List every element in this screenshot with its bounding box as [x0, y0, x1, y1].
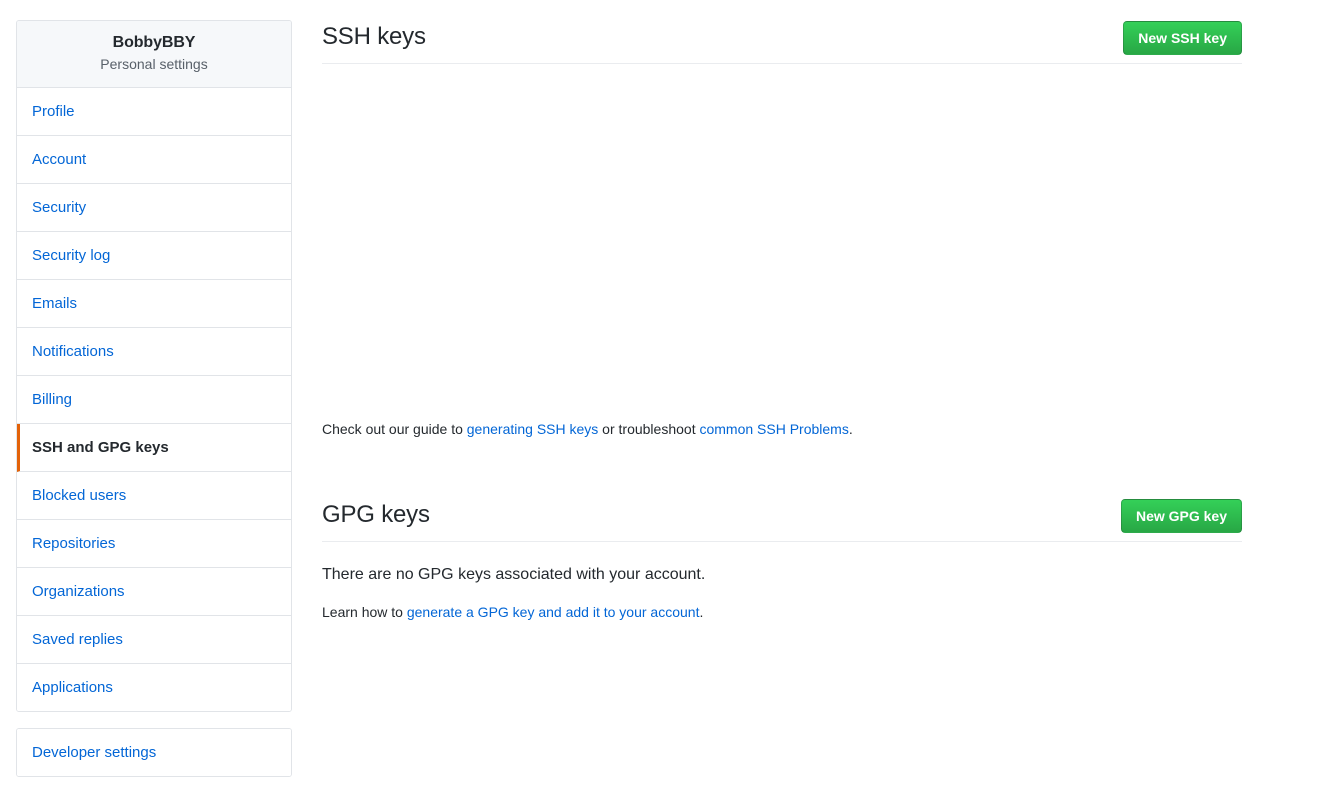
gpg-learn-suffix: . — [699, 604, 704, 620]
sidebar-item-blocked-users[interactable]: Blocked users — [17, 471, 291, 520]
settings-sidebar: BobbyBBY Personal settings Profile Accou… — [16, 20, 292, 777]
gpg-learn-prefix: Learn how to — [322, 604, 407, 620]
sidebar-item-billing[interactable]: Billing — [17, 375, 291, 424]
sidebar-item-organizations[interactable]: Organizations — [17, 567, 291, 616]
sidebar-item-security-log[interactable]: Security log — [17, 231, 291, 280]
generate-gpg-key-link[interactable]: generate a GPG key and add it to your ac… — [407, 604, 700, 620]
sidebar-item-profile[interactable]: Profile — [17, 87, 291, 136]
ssh-keys-list — [322, 64, 1242, 419]
sidebar-item-label: SSH and GPG keys — [32, 438, 169, 456]
sidebar-item-notifications[interactable]: Notifications — [17, 327, 291, 376]
sidebar-item-label: Account — [32, 150, 87, 168]
settings-page: BobbyBBY Personal settings Profile Accou… — [0, 0, 1342, 812]
sidebar-item-label: Repositories — [32, 534, 116, 552]
ssh-keys-guide-text: Check out our guide to generating SSH ke… — [322, 419, 1242, 440]
sidebar-nav-box: BobbyBBY Personal settings Profile Accou… — [16, 20, 292, 712]
sidebar-item-label: Billing — [32, 390, 73, 408]
sidebar-item-repositories[interactable]: Repositories — [17, 519, 291, 568]
gpg-keys-section: GPG keys New GPG key There are no GPG ke… — [322, 498, 1242, 622]
gpg-keys-title: GPG keys — [322, 501, 430, 528]
sidebar-item-label: Organizations — [32, 582, 125, 600]
ssh-keys-header: SSH keys New SSH key — [322, 20, 1242, 64]
sidebar-subtitle: Personal settings — [100, 55, 208, 72]
sidebar-item-ssh-and-gpg-keys[interactable]: SSH and GPG keys — [17, 423, 291, 472]
sidebar-item-label: Profile — [32, 102, 75, 120]
sidebar-item-emails[interactable]: Emails — [17, 279, 291, 328]
sidebar-item-label: Blocked users — [32, 486, 127, 504]
sidebar-account-header: BobbyBBY Personal settings — [17, 21, 291, 88]
sidebar-item-account[interactable]: Account — [17, 135, 291, 184]
sidebar-developer-settings-box: Developer settings — [16, 727, 292, 777]
ssh-guide-prefix: Check out our guide to — [322, 421, 467, 437]
sidebar-item-label: Applications — [32, 678, 113, 696]
sidebar-username: BobbyBBY — [112, 34, 196, 51]
sidebar-item-label: Developer settings — [32, 743, 157, 761]
gpg-keys-learn-text: Learn how to generate a GPG key and add … — [322, 602, 1242, 622]
sidebar-item-label: Emails — [32, 294, 78, 312]
new-ssh-key-button[interactable]: New SSH key — [1123, 21, 1242, 55]
sidebar-item-label: Notifications — [32, 342, 114, 360]
generating-ssh-keys-link[interactable]: generating SSH keys — [467, 421, 599, 437]
sidebar-item-label: Security log — [32, 246, 111, 264]
sidebar-item-developer-settings[interactable]: Developer settings — [17, 728, 291, 776]
sidebar-item-applications[interactable]: Applications — [17, 663, 291, 711]
sidebar-item-label: Security — [32, 198, 87, 216]
sidebar-item-label: Saved replies — [32, 630, 123, 648]
ssh-keys-section: SSH keys New SSH key Check out our guide… — [322, 20, 1242, 440]
ssh-keys-title: SSH keys — [322, 23, 426, 50]
new-gpg-key-button[interactable]: New GPG key — [1120, 499, 1242, 533]
sidebar-item-saved-replies[interactable]: Saved replies — [17, 615, 291, 664]
settings-main-content: SSH keys New SSH key Check out our guide… — [322, 20, 1242, 622]
gpg-keys-header: GPG keys New GPG key — [322, 498, 1242, 542]
common-ssh-problems-link[interactable]: common SSH Problems — [699, 421, 848, 437]
ssh-guide-suffix: . — [848, 421, 853, 437]
gpg-keys-empty-message: There are no GPG keys associated with yo… — [322, 566, 706, 583]
ssh-guide-middle: or troubleshoot — [598, 421, 700, 437]
sidebar-item-security[interactable]: Security — [17, 183, 291, 232]
